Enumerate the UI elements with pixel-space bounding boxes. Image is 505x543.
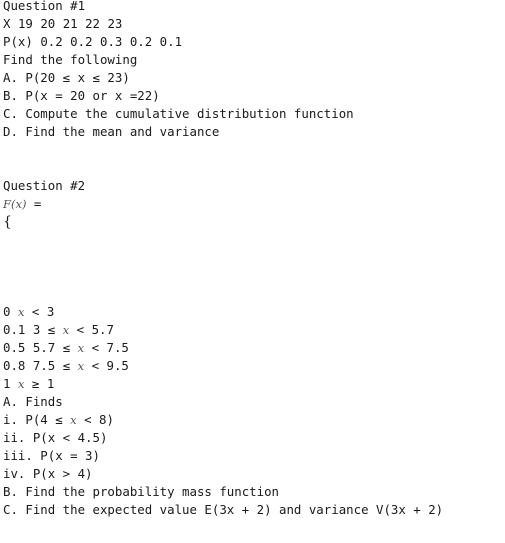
cdf-row: 0 x < 3 xyxy=(3,304,55,319)
p-row-label: P(x) xyxy=(3,34,33,49)
left-brace: { xyxy=(3,214,12,230)
cdf-value: 0.1 xyxy=(3,322,26,337)
cdf-row: 0.5 5.7 ≤ x < 7.5 xyxy=(3,340,129,355)
question-2-part-a-item-ii: ii. P(x < 4.5) xyxy=(3,430,108,445)
cdf-value: 0.8 xyxy=(3,358,26,373)
question-2-title: Question #2 xyxy=(3,178,86,193)
question-1-part-a: A. P(20 ≤ x ≤ 23) xyxy=(3,70,130,85)
question-1-part-d: D. Find the mean and variance xyxy=(3,124,220,139)
question-2-part-a-title: A. Finds xyxy=(3,394,63,409)
cdf-row: 1 x ≥ 1 xyxy=(3,376,55,391)
question-2-part-a-item-i: i. P(4 ≤ x < 8) xyxy=(3,412,114,427)
cdf-row: 0.8 7.5 ≤ x < 9.5 xyxy=(3,358,129,373)
x-row-label: X xyxy=(3,16,11,31)
equals-sign: = xyxy=(26,196,42,211)
p-values-row: P(x) 0.2 0.2 0.3 0.2 0.1 xyxy=(3,33,503,51)
p-values: 0.2 0.2 0.3 0.2 0.1 xyxy=(40,34,183,49)
question-1-part-c: C. Compute the cumulative distribution f… xyxy=(3,106,354,121)
question-2-part-a-item-iii: iii. P(x = 3) xyxy=(3,448,100,463)
x-values-row: X 19 20 21 22 23 xyxy=(3,15,503,33)
question-1-instruction: Find the following xyxy=(3,52,138,67)
x-values: 19 20 21 22 23 xyxy=(17,16,123,31)
question-2-part-a-item-iv: iv. P(x > 4) xyxy=(3,466,93,481)
question-2-part-b: B. Find the probability mass function xyxy=(3,484,280,499)
question-1-part-b: B. P(x = 20 or x =22) xyxy=(3,88,160,103)
document-body: Question #1 X 19 20 21 22 23 P(x) 0.2 0.… xyxy=(3,0,503,519)
cdf-function-label: F(x) xyxy=(3,197,27,211)
cdf-brace-line: { xyxy=(3,213,503,231)
cdf-row: 0.1 3 ≤ x < 5.7 xyxy=(3,322,114,337)
cdf-value: 0.5 xyxy=(3,340,26,355)
cdf-heading: F(x) = xyxy=(3,195,503,213)
question-1-title: Question #1 xyxy=(3,0,86,13)
question-2-part-c: C. Find the expected value E(3x + 2) and… xyxy=(3,502,444,517)
